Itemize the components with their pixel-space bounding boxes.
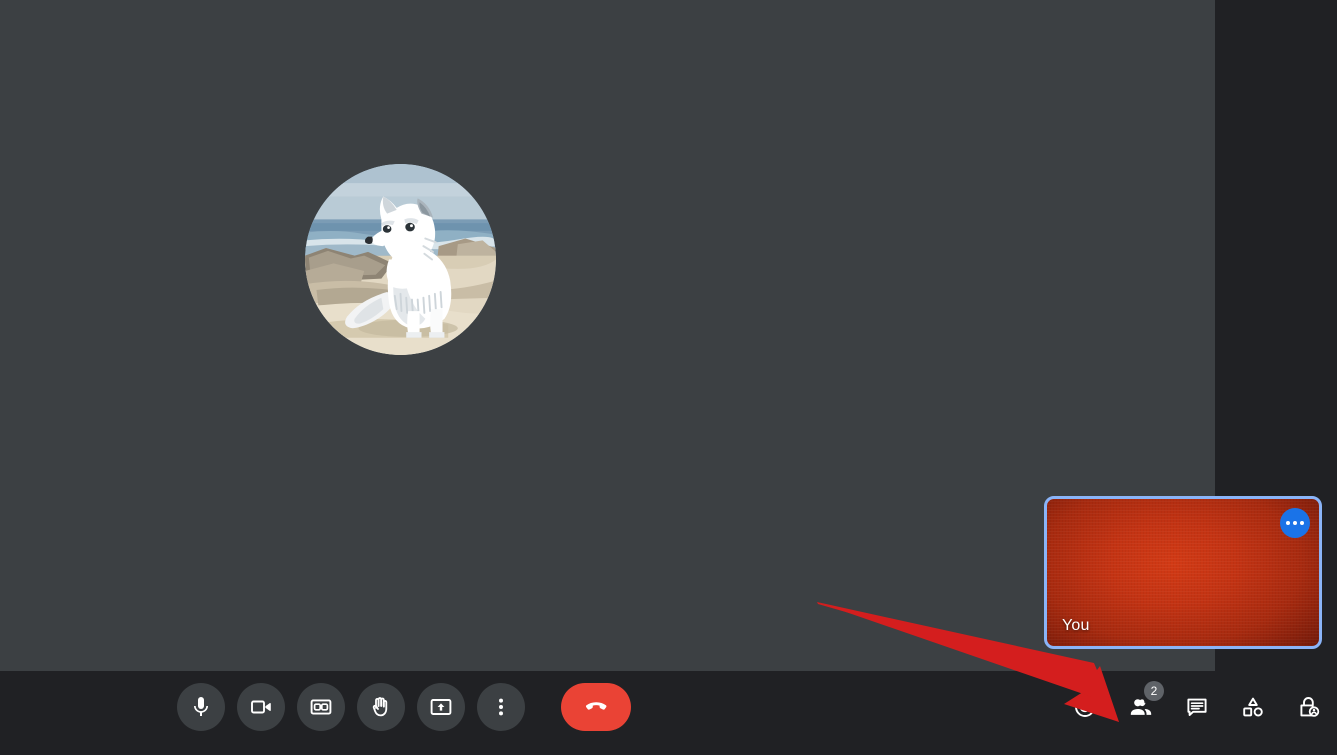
self-view-tile[interactable]: You: [1044, 496, 1322, 649]
meet-app-window: You 2: [0, 0, 1337, 755]
video-camera-icon: [251, 700, 271, 714]
chat-bubble-icon: [1187, 698, 1207, 716]
closed-captions-icon: [310, 699, 332, 715]
microphone-button[interactable]: [177, 683, 225, 731]
microphone-icon: [194, 697, 208, 716]
activities-shapes-icon: [1243, 697, 1263, 717]
more-horizontal-icon-dot: [1286, 521, 1290, 525]
toolbar-center-controls: [177, 683, 631, 731]
captions-button[interactable]: [297, 683, 345, 731]
more-horizontal-icon-dot: [1293, 521, 1297, 525]
lock-person-icon: [1300, 697, 1320, 717]
raise-hand-button[interactable]: [357, 683, 405, 731]
present-button[interactable]: [417, 683, 465, 731]
self-view-more-options-button[interactable]: [1280, 508, 1310, 538]
video-stage: You: [0, 0, 1322, 671]
end-call-icon: [585, 702, 607, 710]
present-screen-icon: [430, 699, 452, 715]
people-count-badge: 2: [1144, 681, 1164, 701]
remote-participant-tile[interactable]: [0, 0, 1215, 671]
emoji-reactions-button[interactable]: [1061, 683, 1109, 731]
raised-hand-icon: [372, 697, 388, 717]
host-controls-button[interactable]: [1285, 683, 1333, 731]
leave-call-button[interactable]: [561, 683, 631, 731]
chat-button[interactable]: [1173, 683, 1221, 731]
toolbar-right-controls: 2: [1061, 681, 1333, 731]
more-options-button[interactable]: [477, 683, 525, 731]
arctic-fox-avatar: [305, 164, 496, 355]
more-vertical-icon: [499, 698, 503, 716]
more-horizontal-icon-dot: [1300, 521, 1304, 525]
emoji-reaction-icon: [1075, 697, 1095, 717]
self-view-name-label: You: [1062, 617, 1090, 634]
meeting-toolbar: 2: [0, 671, 1337, 755]
people-button[interactable]: 2: [1117, 681, 1165, 731]
activities-button[interactable]: [1229, 683, 1277, 731]
camera-button[interactable]: [237, 683, 285, 731]
